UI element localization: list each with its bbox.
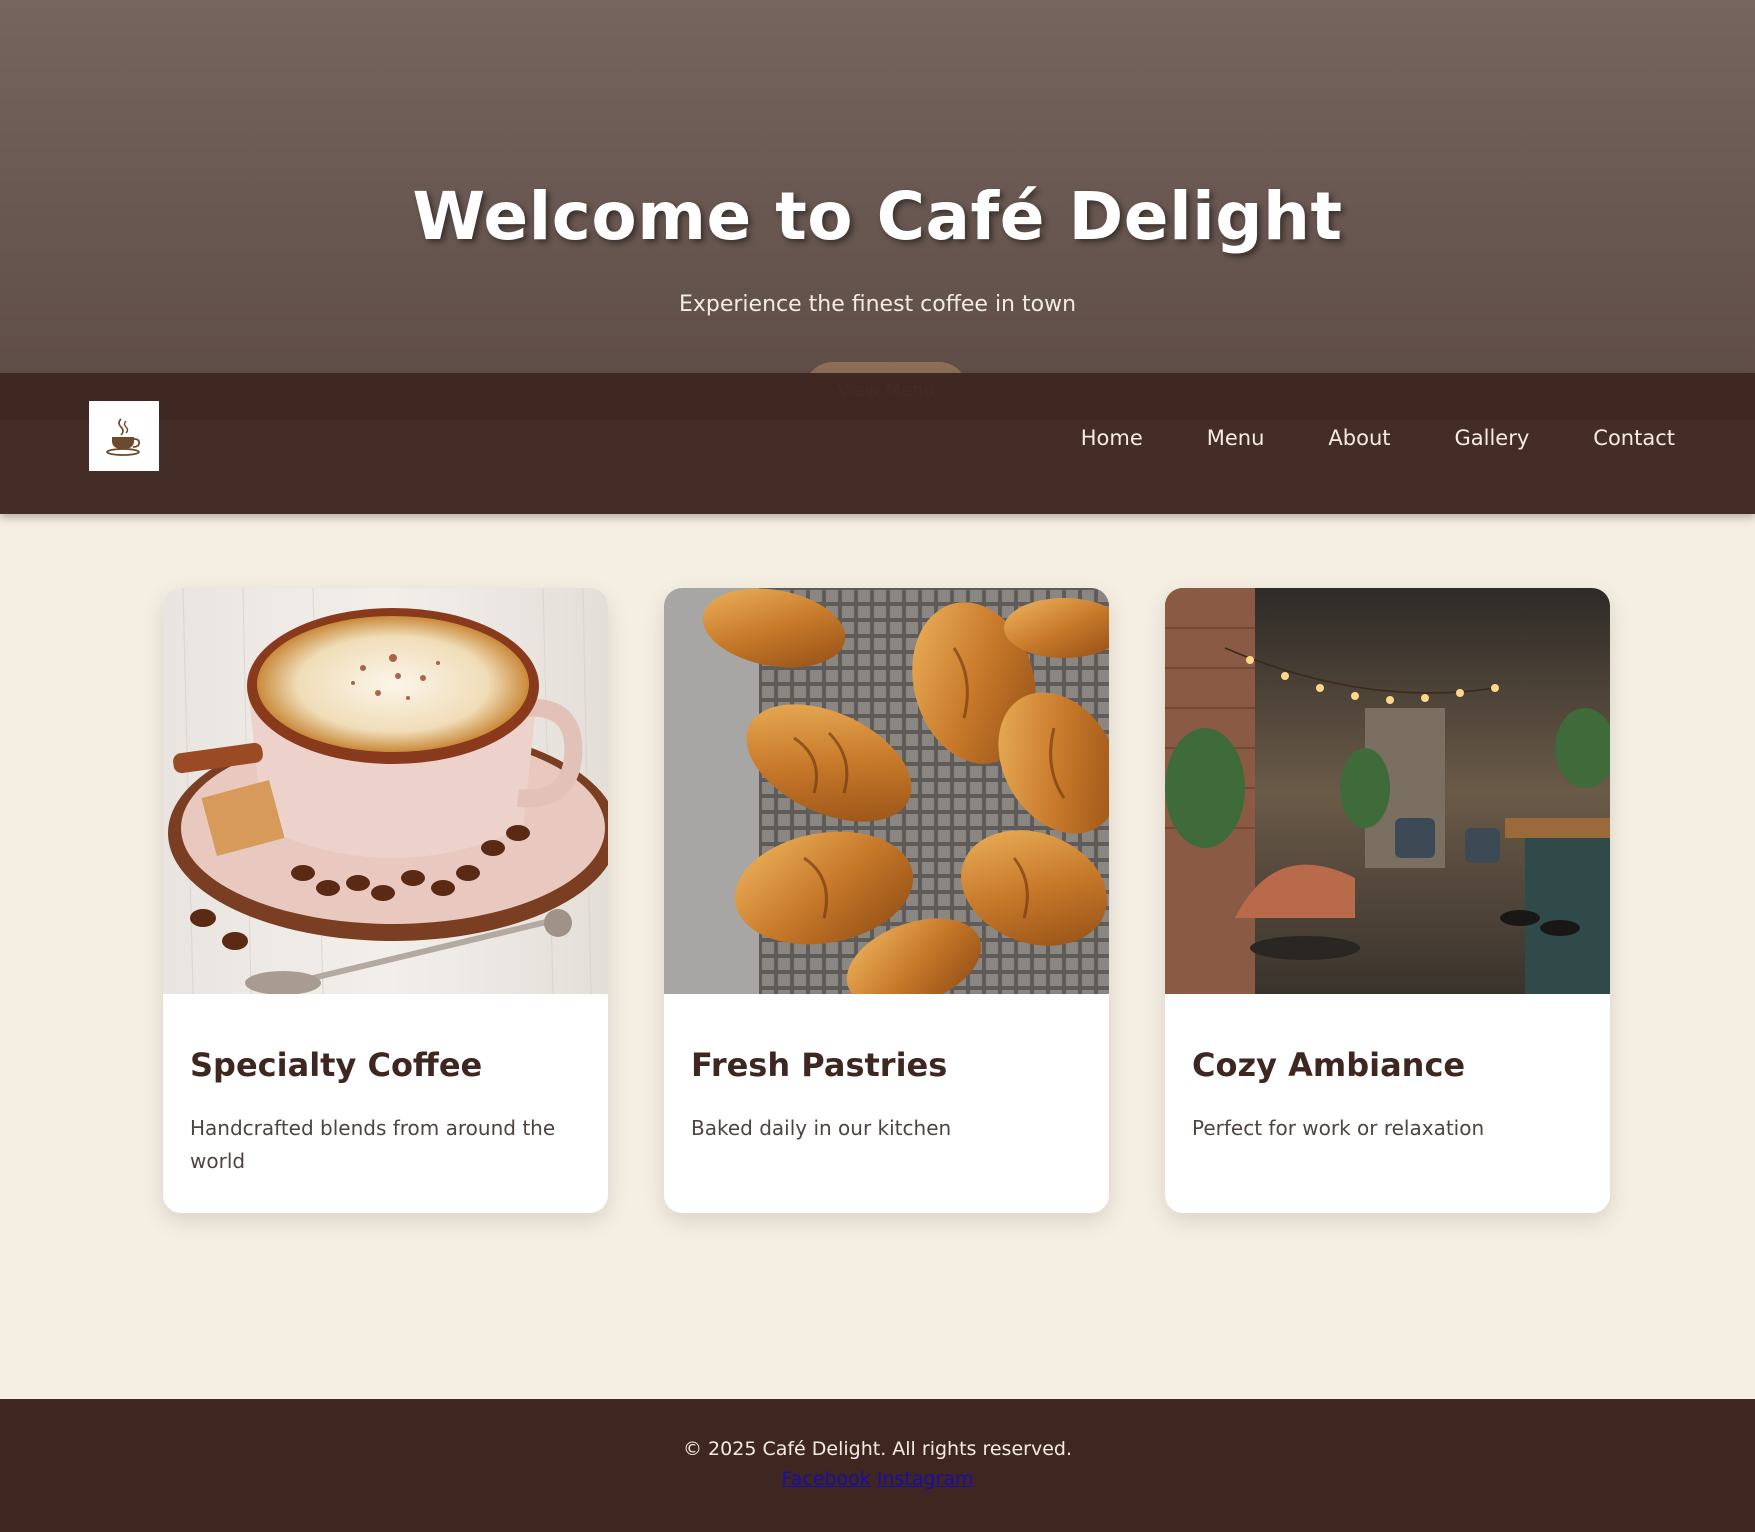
nav-about[interactable]: About [1328, 426, 1390, 450]
card-body: Cozy Ambiance Perfect for work or relaxa… [1165, 994, 1610, 1145]
hero-subtitle: Experience the finest coffee in town [678, 292, 1077, 317]
feature-card-ambiance: Cozy Ambiance Perfect for work or relaxa… [1165, 588, 1610, 1213]
hero-title: Welcome to Café Delight [412, 178, 1343, 255]
nav-contact[interactable]: Contact [1593, 426, 1675, 450]
nav-menu[interactable]: Menu [1207, 426, 1265, 450]
croissants-photo [664, 588, 1109, 994]
nav-gallery[interactable]: Gallery [1455, 426, 1530, 450]
card-text: Baked daily in our kitchen [691, 1116, 952, 1140]
nav-links: Home Menu About Gallery Contact [1081, 426, 1675, 450]
cappuccino-photo [163, 588, 608, 994]
social-links: Facebook Instagram [0, 1468, 1755, 1490]
nav-home[interactable]: Home [1081, 426, 1143, 450]
card-body: Specialty Coffee Handcrafted blends from… [163, 994, 608, 1178]
card-text: Handcrafted blends from around the world [190, 1116, 556, 1173]
copyright-text: © 2025 Café Delight. All rights reserved… [683, 1438, 1072, 1460]
facebook-link[interactable]: Facebook [782, 1468, 871, 1490]
feature-card-coffee: Specialty Coffee Handcrafted blends from… [163, 588, 608, 1213]
feature-card-pastries: Fresh Pastries Baked daily in our kitche… [664, 588, 1109, 1213]
card-title: Fresh Pastries [691, 1046, 948, 1084]
navbar: Home Menu About Gallery Contact [0, 373, 1755, 514]
cafe-interior-photo [1165, 588, 1610, 994]
card-title: Specialty Coffee [190, 1046, 483, 1084]
coffee-cup-icon [106, 418, 141, 456]
card-body: Fresh Pastries Baked daily in our kitche… [664, 994, 1109, 1145]
card-title: Cozy Ambiance [1192, 1046, 1466, 1084]
card-text: Perfect for work or relaxation [1192, 1116, 1485, 1140]
logo[interactable] [89, 401, 159, 471]
hero-section: Welcome to Café Delight Experience the f… [0, 0, 1755, 420]
footer: © 2025 Café Delight. All rights reserved… [0, 1399, 1755, 1532]
instagram-link[interactable]: Instagram [877, 1468, 974, 1490]
features-section: Specialty Coffee Handcrafted blends from… [163, 588, 1610, 1213]
